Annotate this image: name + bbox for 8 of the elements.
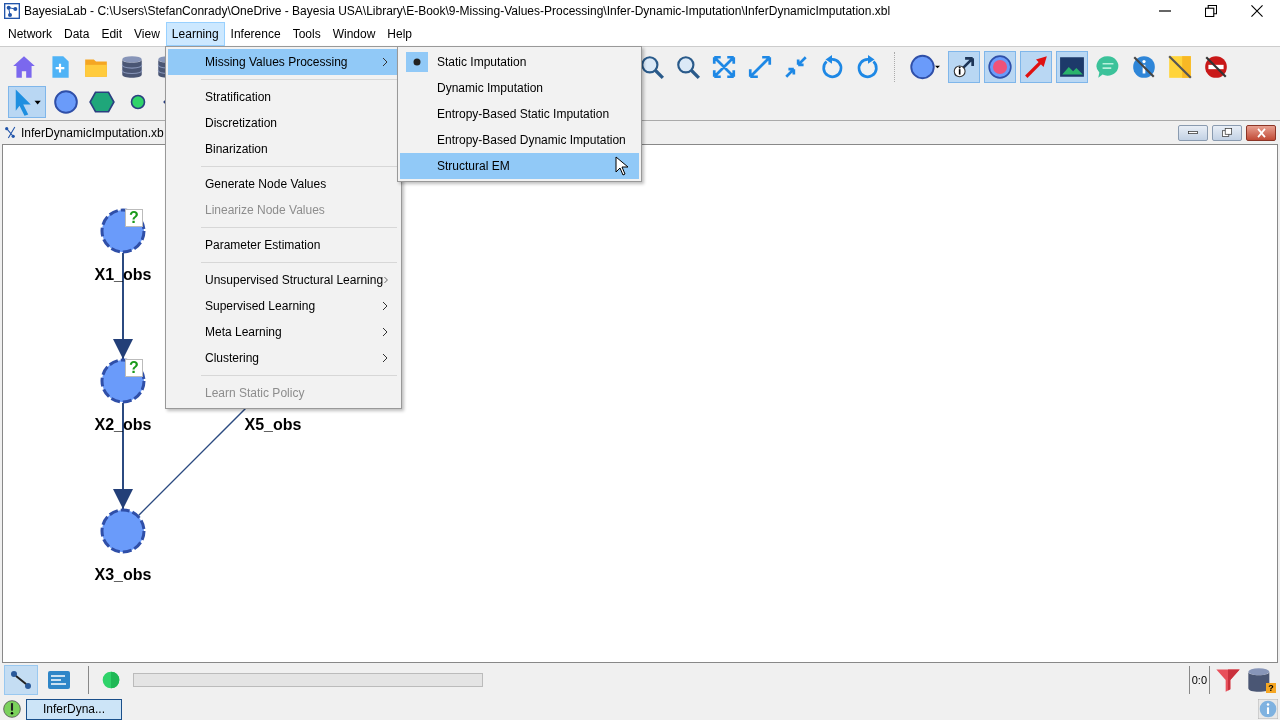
question-mark-badge: ? [125, 209, 143, 227]
window-title: BayesiaLab - C:\Users\StefanConrady\OneDrive - Bayesia USA\Library\E-Book\9-Missing-Values-Processing\Infer-Dynamic-Imputation\InferDynamicImputation.xbl [24, 3, 892, 20]
question-mark-badge: ? [125, 359, 143, 377]
counter-text: 0:0 [1188, 665, 1210, 695]
question-mark-badge: ? [1266, 683, 1276, 693]
document-title: InferDynamicImputation.xb [21, 124, 164, 142]
node-label: X3_obs [94, 565, 152, 585]
node-label: X5_obs [244, 415, 302, 435]
